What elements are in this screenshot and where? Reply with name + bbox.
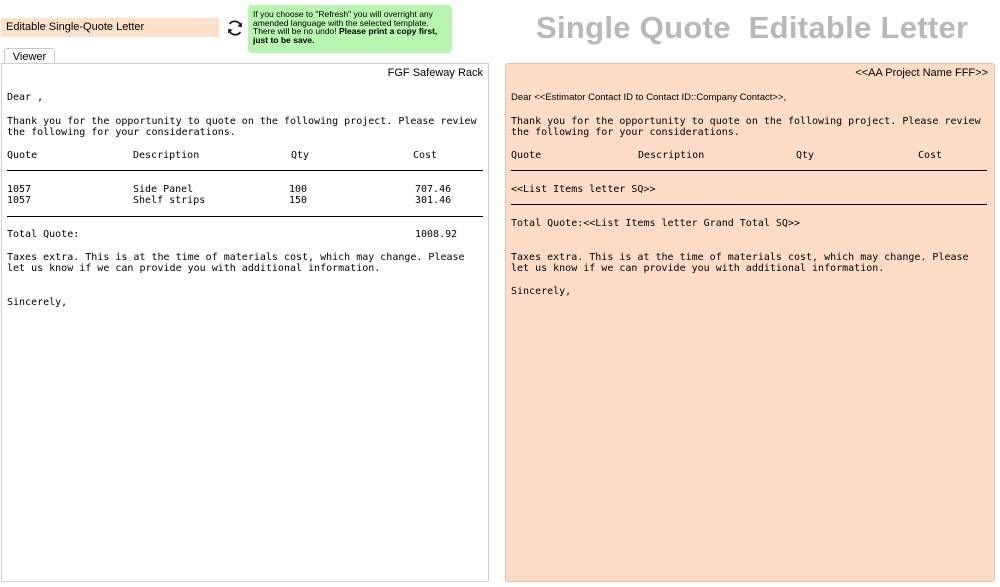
divider (7, 216, 483, 217)
greeting-placeholder[interactable]: Dear <<Estimator Contact ID to Contact I… (511, 92, 786, 103)
list-items-placeholder[interactable]: <<List Items letter SQ>> (511, 184, 656, 195)
project-name-placeholder[interactable]: <<AA Project Name FFF>> (855, 67, 988, 79)
column-header-cost: Cost (413, 150, 438, 161)
row-quote: 1057 (7, 195, 32, 206)
column-header-qty: Qty (796, 150, 815, 161)
greeting: Dear , (7, 92, 44, 103)
column-header-description: Description (638, 150, 705, 161)
refresh-button[interactable] (223, 16, 247, 40)
column-header-quote: Quote (7, 150, 38, 161)
editable-letter-panel[interactable]: <<AA Project Name FFF>> Dear <<Estimator… (505, 63, 995, 582)
intro-text[interactable]: Thank you for the opportunity to quote o… (511, 116, 986, 138)
intro-text: Thank you for the opportunity to quote o… (7, 116, 477, 138)
row-cost: 301.46 (415, 195, 452, 206)
signoff: Sincerely, (7, 297, 68, 308)
row-qty: 100 (289, 184, 308, 195)
refresh-warning: If you choose to "Refresh" you will over… (248, 5, 452, 53)
signoff[interactable]: Sincerely, (511, 286, 571, 297)
row-qty: 150 (289, 195, 308, 206)
column-header-description: Description (133, 150, 200, 161)
total-value: 1008.92 (415, 229, 458, 240)
project-name: FGF Safeway Rack (387, 67, 483, 79)
total-placeholder[interactable]: Total Quote:<<List Items letter Grand To… (511, 218, 800, 229)
row-description: Side Panel (133, 184, 194, 195)
layout-name-field: Editable Single-Quote Letter (1, 18, 219, 37)
divider (7, 170, 483, 171)
column-header-quote: Quote (511, 150, 542, 161)
row-quote: 1057 (7, 184, 32, 195)
divider (511, 170, 987, 171)
page-title: Single Quote Editable Letter (536, 10, 969, 45)
closing-text[interactable]: Taxes extra. This is at the time of mate… (511, 252, 986, 274)
viewer-panel: FGF Safeway Rack Dear , Thank you for th… (1, 63, 489, 582)
column-header-qty: Qty (291, 150, 310, 161)
divider (511, 204, 987, 205)
row-cost: 707.46 (415, 184, 452, 195)
row-description: Shelf strips (133, 195, 206, 206)
column-header-cost: Cost (918, 150, 943, 161)
closing-text: Taxes extra. This is at the time of mate… (7, 252, 465, 274)
total-label: Total Quote: (7, 229, 80, 240)
refresh-icon (228, 20, 242, 36)
tab-viewer[interactable]: Viewer (4, 48, 55, 64)
